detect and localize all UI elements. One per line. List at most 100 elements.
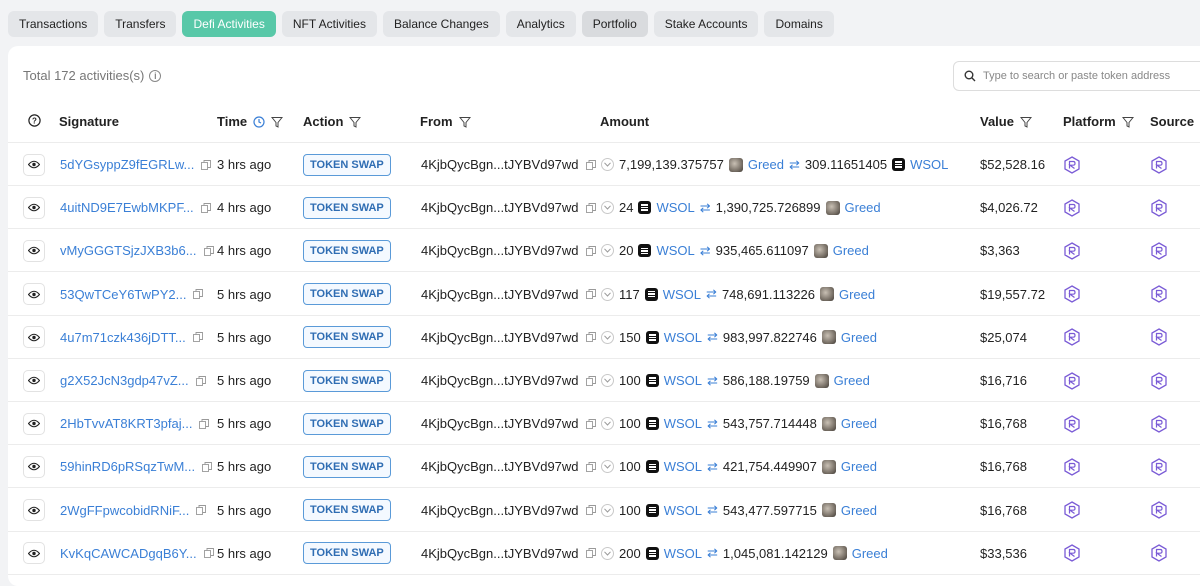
copy-icon[interactable] [585, 548, 596, 559]
source-icon[interactable] [1151, 285, 1167, 303]
copy-icon[interactable] [195, 375, 206, 386]
copy-icon[interactable] [193, 289, 204, 300]
expand-chevron-icon[interactable] [601, 244, 614, 258]
tab-transfers[interactable]: Transfers [104, 11, 177, 37]
token-in-link[interactable]: WSOL [664, 546, 702, 561]
search-input[interactable] [983, 70, 1200, 82]
expand-chevron-icon[interactable] [601, 158, 614, 171]
token-out-link[interactable]: Greed [839, 287, 875, 302]
view-details-button[interactable] [23, 196, 45, 219]
signature-link[interactable]: vMyGGGTSjzJXB3b6... [60, 243, 197, 258]
platform-icon[interactable] [1064, 371, 1080, 390]
platform-filter-icon[interactable] [1121, 116, 1134, 128]
copy-icon[interactable] [585, 245, 596, 256]
tab-domains[interactable]: Domains [764, 11, 834, 37]
token-out-link[interactable]: Greed [852, 546, 888, 561]
tab-transactions[interactable]: Transactions [8, 11, 99, 37]
expand-chevron-icon[interactable] [601, 374, 614, 387]
view-details-button[interactable] [23, 283, 45, 306]
signature-link[interactable]: 4uitND9E7EwbMKPF... [60, 200, 194, 215]
from-address-link[interactable]: 4KjbQycBgn...tJYBVd97wd [421, 200, 579, 215]
signature-link[interactable]: g2X52JcN3gdp47vZ... [60, 373, 189, 388]
value-filter-icon[interactable] [1019, 116, 1032, 128]
copy-icon[interactable] [585, 289, 596, 300]
platform-icon[interactable] [1064, 198, 1080, 217]
view-details-button[interactable] [23, 239, 45, 262]
platform-icon[interactable] [1064, 328, 1080, 347]
source-icon[interactable] [1151, 458, 1167, 476]
signature-link[interactable]: 53QwTCeY6TwPY2... [60, 287, 186, 302]
signature-link[interactable]: 4u7m71czk436jDTT... [60, 330, 186, 345]
signature-link[interactable]: 2HbTvvAT8KRT3pfaj... [60, 416, 192, 431]
token-in-link[interactable]: WSOL [664, 373, 702, 388]
token-out-link[interactable]: Greed [841, 459, 877, 474]
source-icon[interactable] [1151, 328, 1167, 347]
tab-balance-changes[interactable]: Balance Changes [382, 11, 500, 37]
view-details-button[interactable] [23, 326, 45, 349]
expand-chevron-icon[interactable] [601, 287, 614, 301]
token-in-link[interactable]: WSOL [656, 243, 694, 258]
from-address-link[interactable]: 4KjbQycBgn...tJYBVd97wd [421, 546, 579, 561]
from-address-link[interactable]: 4KjbQycBgn...tJYBVd97wd [421, 287, 579, 302]
tab-defi-activities[interactable]: Defi Activities [182, 11, 276, 37]
expand-chevron-icon[interactable] [601, 546, 614, 560]
token-out-link[interactable]: Greed [834, 373, 870, 388]
platform-icon[interactable] [1064, 285, 1080, 303]
source-icon[interactable] [1151, 544, 1167, 563]
token-in-link[interactable]: WSOL [664, 459, 702, 474]
token-in-link[interactable]: WSOL [664, 416, 702, 431]
platform-icon[interactable] [1064, 458, 1080, 476]
signature-link[interactable]: 2WgFFpwcobidRNiF... [60, 503, 189, 518]
platform-icon[interactable] [1064, 544, 1080, 563]
copy-icon[interactable] [585, 461, 596, 472]
view-details-button[interactable] [23, 412, 45, 435]
from-address-link[interactable]: 4KjbQycBgn...tJYBVd97wd [421, 416, 579, 431]
expand-chevron-icon[interactable] [601, 201, 614, 215]
from-address-link[interactable]: 4KjbQycBgn...tJYBVd97wd [421, 243, 579, 258]
token-in-link[interactable]: Greed [748, 157, 784, 172]
signature-link[interactable]: 5dYGsyppZ9fEGRLw... [60, 157, 194, 172]
view-details-button[interactable] [23, 542, 45, 565]
tab-portfolio[interactable]: Portfolio [581, 11, 648, 37]
from-address-link[interactable]: 4KjbQycBgn...tJYBVd97wd [421, 157, 579, 172]
copy-icon[interactable] [585, 159, 596, 170]
platform-icon[interactable] [1064, 155, 1080, 174]
view-details-button[interactable] [23, 455, 45, 478]
clock-icon[interactable] [253, 115, 265, 128]
view-details-button[interactable] [23, 499, 45, 522]
token-in-link[interactable]: WSOL [664, 330, 702, 345]
copy-icon[interactable] [585, 202, 596, 213]
copy-icon[interactable] [585, 332, 596, 343]
copy-icon[interactable] [203, 548, 214, 559]
token-out-link[interactable]: WSOL [910, 157, 948, 172]
source-icon[interactable] [1151, 371, 1167, 390]
copy-icon[interactable] [203, 245, 214, 256]
source-icon[interactable] [1151, 501, 1167, 519]
copy-icon[interactable] [192, 332, 203, 343]
platform-icon[interactable] [1064, 414, 1080, 433]
action-filter-icon[interactable] [349, 116, 362, 128]
info-icon[interactable]: i [149, 69, 162, 82]
source-icon[interactable] [1151, 242, 1167, 260]
view-details-button[interactable] [23, 153, 45, 176]
token-out-link[interactable]: Greed [841, 416, 877, 431]
expand-chevron-icon[interactable] [601, 460, 614, 474]
token-out-link[interactable]: Greed [845, 200, 881, 215]
tab-stake-accounts[interactable]: Stake Accounts [653, 11, 759, 37]
help-icon[interactable]: ? [28, 114, 41, 127]
source-icon[interactable] [1151, 155, 1167, 174]
platform-icon[interactable] [1064, 501, 1080, 519]
expand-chevron-icon[interactable] [601, 330, 614, 344]
view-details-button[interactable] [23, 369, 45, 392]
source-icon[interactable] [1151, 414, 1167, 433]
from-address-link[interactable]: 4KjbQycBgn...tJYBVd97wd [421, 373, 579, 388]
copy-icon[interactable] [196, 505, 207, 516]
from-filter-icon[interactable] [458, 116, 471, 128]
token-in-link[interactable]: WSOL [656, 200, 694, 215]
copy-icon[interactable] [585, 375, 596, 386]
tab-nft-activities[interactable]: NFT Activities [281, 11, 377, 37]
signature-link[interactable]: KvKqCAWCADgqB6Y... [60, 546, 197, 561]
copy-icon[interactable] [585, 418, 596, 429]
copy-icon[interactable] [202, 461, 213, 472]
token-out-link[interactable]: Greed [841, 503, 877, 518]
